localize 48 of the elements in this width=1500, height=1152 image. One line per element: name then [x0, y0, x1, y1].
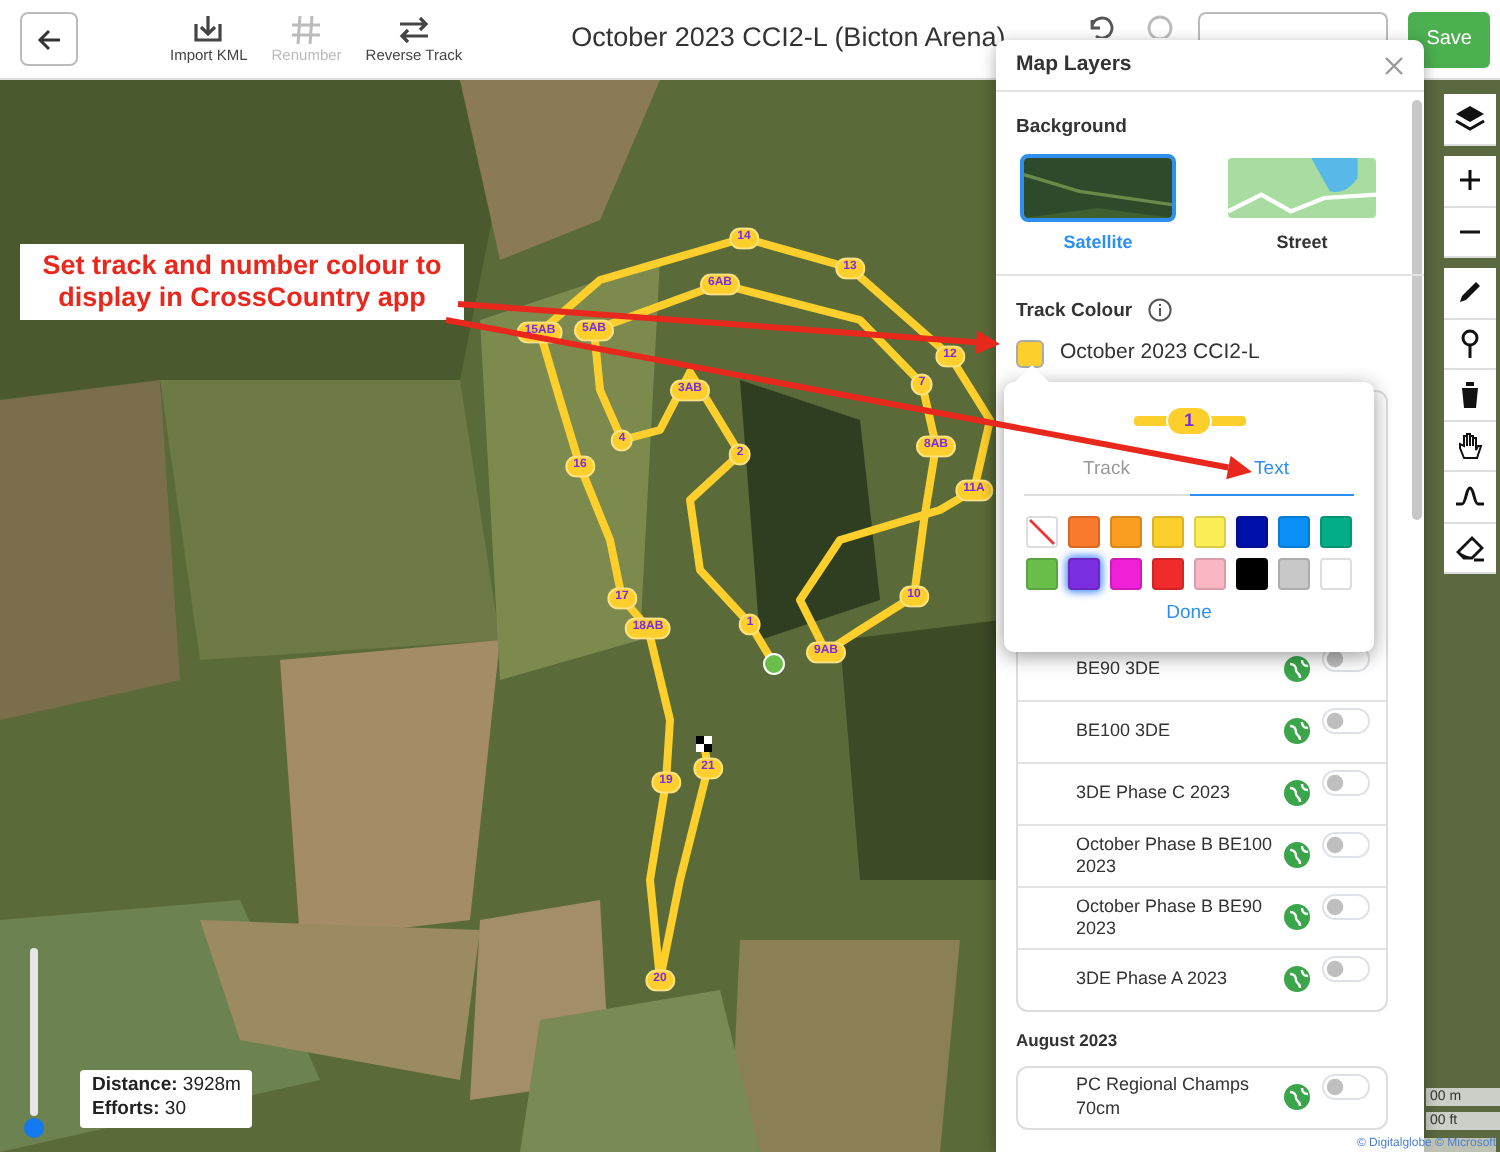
course-name: October Phase B BE90 2023: [1076, 895, 1265, 940]
globe-icon: [1284, 656, 1310, 683]
track-name: October 2023 CCI2-L: [1060, 338, 1260, 368]
hand-icon[interactable]: [1454, 429, 1486, 462]
globe-icon: [1284, 1083, 1310, 1110]
panel-title: Map Layers: [1016, 49, 1132, 80]
colour-swatch[interactable]: [1026, 516, 1058, 549]
stat-text: Efforts: 30: [92, 1098, 186, 1121]
globe-icon: [1284, 904, 1310, 931]
swap-arrows-icon: [395, 12, 432, 49]
colour-swatch[interactable]: [1016, 339, 1044, 368]
course-name: 3DE Phase C 2023: [1076, 782, 1233, 805]
globe-icon: [1284, 966, 1310, 993]
course-name: October Phase B BE100 2023: [1076, 833, 1275, 878]
tab[interactable]: Track: [1024, 450, 1189, 497]
annotation-callout: Set track and number colour to display in CrossCountry app: [20, 244, 464, 321]
back-button[interactable]: [20, 12, 78, 66]
checkered-flag-icon[interactable]: [696, 736, 712, 752]
group-heading: August 2023: [1016, 1027, 1120, 1053]
back-arrow-icon: [35, 25, 63, 53]
toggle-switch[interactable]: [1322, 955, 1370, 982]
info-icon[interactable]: [1148, 298, 1173, 323]
save-button[interactable]: Save: [1408, 11, 1490, 67]
course-name: BE100 3DE: [1076, 720, 1173, 743]
stat-text: Distance: 3928m: [92, 1074, 241, 1096]
done-button[interactable]: Done: [1166, 600, 1212, 629]
globe-icon: [1284, 842, 1310, 869]
course-name: 3DE Phase A 2023: [1076, 968, 1230, 991]
course-name: PC Regional Champs 70cm: [1076, 1074, 1252, 1120]
map-style-option[interactable]: Street: [1224, 154, 1380, 258]
toggle-switch[interactable]: [1322, 769, 1370, 796]
layers-icon[interactable]: [1454, 102, 1486, 135]
toggle-switch[interactable]: [1322, 707, 1370, 734]
toggle-switch[interactable]: [1322, 1073, 1370, 1099]
hash-icon: [288, 12, 325, 49]
globe-icon: [1284, 718, 1310, 745]
course-name: BE90 3DE: [1076, 658, 1163, 681]
section-heading: Background: [1016, 114, 1129, 142]
outlined-button[interactable]: [1198, 12, 1389, 40]
close-icon[interactable]: [1384, 55, 1404, 75]
fence-marker: 1: [1165, 405, 1212, 435]
toggle-switch[interactable]: [1322, 831, 1370, 858]
eraser-icon[interactable]: [1454, 531, 1486, 564]
globe-icon: [1284, 780, 1310, 807]
undo-icon[interactable]: [1086, 14, 1115, 38]
scrollbar-thumb[interactable]: [1412, 100, 1422, 520]
section-heading: Track Colour: [1016, 297, 1133, 326]
toggle-switch[interactable]: [1322, 893, 1370, 920]
